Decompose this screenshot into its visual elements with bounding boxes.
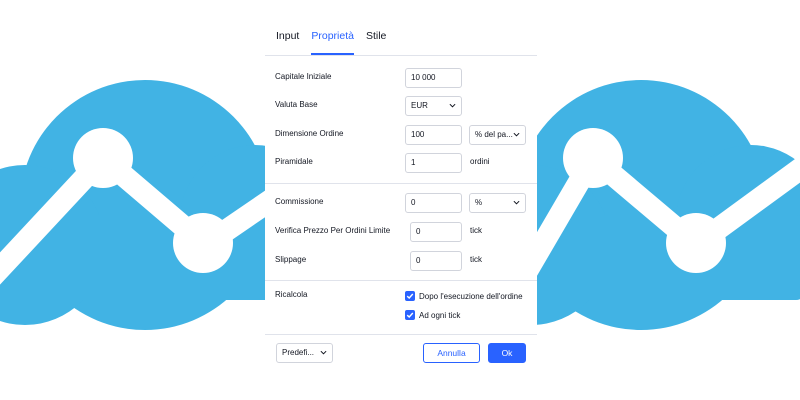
commission-unit-value: % [475, 198, 483, 207]
chevron-down-icon [449, 103, 456, 108]
pyramiding-row: Piramidale 1 ordini [275, 153, 527, 173]
recalc-every-tick-label: Ad ogni tick [419, 310, 461, 320]
ok-button[interactable]: Ok [488, 343, 526, 363]
checkbox-checked[interactable] [405, 310, 415, 320]
slippage-row: Slippage 0 tick [275, 251, 527, 271]
verify-price-row: Verifica Prezzo Per Ordini Limite 0 tick [275, 222, 527, 242]
chevron-down-icon [513, 132, 520, 137]
defaults-label: Predefi... [282, 348, 315, 357]
order-size-unit-value: % del pa... [475, 130, 513, 139]
verify-price-input[interactable]: 0 [410, 222, 462, 242]
tab-divider [265, 55, 537, 56]
tab-style[interactable]: Stile [366, 30, 386, 54]
chevron-down-icon [513, 200, 520, 205]
cancel-button[interactable]: Annulla [423, 343, 480, 363]
checkmark-icon [406, 293, 414, 299]
base-currency-value: EUR [411, 101, 428, 110]
checkmark-icon [406, 312, 414, 318]
cloud-chart-logo-icon [0, 80, 270, 330]
pyramiding-unit: ordini [470, 157, 490, 166]
recalc-label: Ricalcola [275, 290, 308, 299]
strategy-properties-dialog: Input Proprietà Stile Capitale Iniziale … [265, 0, 537, 400]
tab-properties[interactable]: Proprietà [311, 30, 354, 55]
section-divider [265, 183, 537, 184]
cloud-chart-logo-icon [536, 80, 800, 330]
commission-unit-select[interactable]: % [469, 193, 526, 213]
pyramiding-input[interactable]: 1 [405, 153, 462, 173]
tab-bar: Input Proprietà Stile [276, 30, 386, 55]
commission-row: Commissione 0 % [275, 193, 527, 213]
commission-input[interactable]: 0 [405, 193, 462, 213]
recalc-every-tick-checkbox[interactable]: Ad ogni tick [405, 310, 460, 320]
recalc-after-order-label: Dopo l'esecuzione dell'ordine [419, 291, 523, 301]
verify-price-label: Verifica Prezzo Per Ordini Limite [275, 226, 391, 235]
tab-input[interactable]: Input [276, 30, 299, 54]
order-size-label: Dimensione Ordine [275, 129, 344, 138]
section-divider [265, 280, 537, 281]
defaults-dropdown[interactable]: Predefi... [276, 343, 333, 363]
slippage-input[interactable]: 0 [410, 251, 462, 271]
pyramiding-label: Piramidale [275, 157, 313, 166]
recalc-after-order-checkbox[interactable]: Dopo l'esecuzione dell'ordine [405, 291, 523, 301]
chevron-down-icon [320, 350, 327, 355]
checkbox-checked[interactable] [405, 291, 415, 301]
initial-capital-row: Capitale Iniziale 10 000 [275, 68, 527, 88]
base-currency-row: Valuta Base EUR [275, 96, 527, 116]
base-currency-label: Valuta Base [275, 100, 318, 109]
order-size-unit-select[interactable]: % del pa... [469, 125, 526, 145]
order-size-row: Dimensione Ordine 100 % del pa... [275, 125, 527, 145]
base-currency-select[interactable]: EUR [405, 96, 462, 116]
order-size-input[interactable]: 100 [405, 125, 462, 145]
initial-capital-label: Capitale Iniziale [275, 72, 332, 81]
slippage-unit: tick [470, 255, 482, 264]
verify-price-unit: tick [470, 226, 482, 235]
footer-divider [265, 334, 537, 335]
slippage-label: Slippage [275, 255, 307, 264]
commission-label: Commissione [275, 197, 324, 206]
initial-capital-input[interactable]: 10 000 [405, 68, 462, 88]
